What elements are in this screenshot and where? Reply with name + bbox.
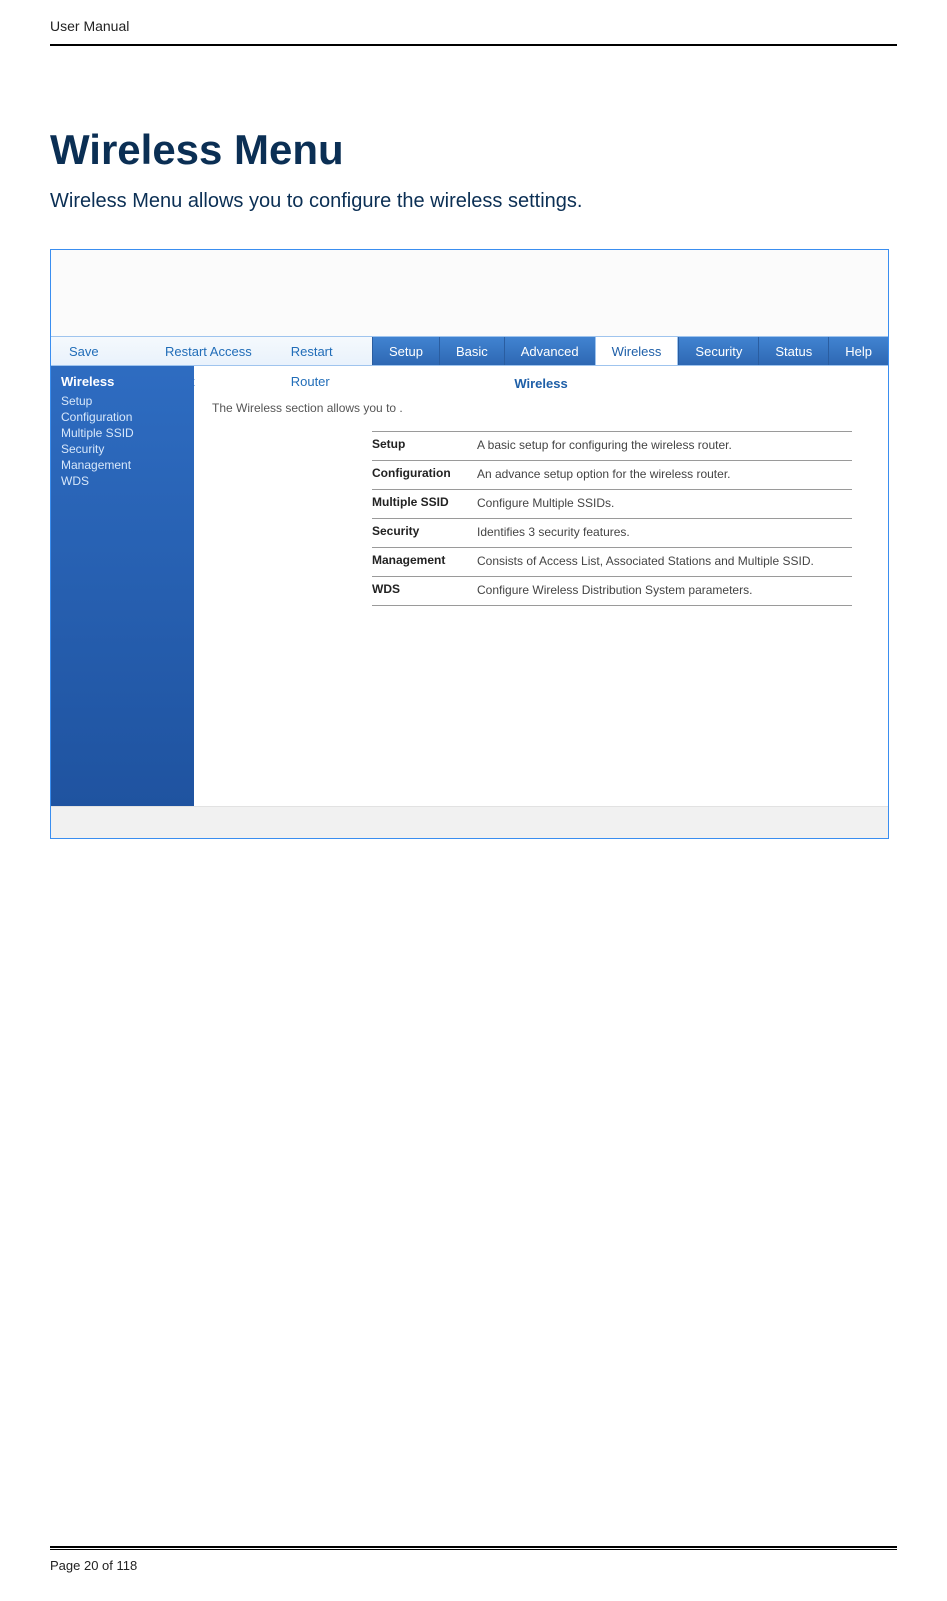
save-settings-link[interactable]: Save Settings xyxy=(51,337,147,365)
def-desc: An advance setup option for the wireless… xyxy=(477,466,852,482)
page-title: Wireless Menu xyxy=(50,126,897,174)
sidebar-item-management[interactable]: Management xyxy=(61,457,188,473)
definition-table: Setup A basic setup for configuring the … xyxy=(372,431,852,606)
footer-rule-thin xyxy=(50,1549,897,1550)
def-term: WDS xyxy=(372,582,477,598)
sidebar-item-wds[interactable]: WDS xyxy=(61,473,188,489)
tab-help[interactable]: Help xyxy=(828,337,888,365)
tab-wireless[interactable]: Wireless xyxy=(595,337,679,365)
content-title: Wireless xyxy=(212,376,870,391)
def-desc: Consists of Access List, Associated Stat… xyxy=(477,553,852,569)
sidebar: Wireless Setup Configuration Multiple SS… xyxy=(51,366,194,806)
def-term: Configuration xyxy=(372,466,477,482)
app-body: Wireless Setup Configuration Multiple SS… xyxy=(51,366,888,806)
def-term: Multiple SSID xyxy=(372,495,477,511)
topbar: Save Settings Restart Access Point Resta… xyxy=(51,336,888,366)
table-row: Configuration An advance setup option fo… xyxy=(372,460,852,489)
tab-security[interactable]: Security xyxy=(678,337,758,365)
footer-rule-thick xyxy=(50,1546,897,1548)
restart-router-link[interactable]: Restart Router xyxy=(273,337,372,365)
restart-ap-link[interactable]: Restart Access Point xyxy=(147,337,273,365)
doc-header: User Manual xyxy=(50,18,897,44)
tab-basic[interactable]: Basic xyxy=(439,337,504,365)
def-term: Management xyxy=(372,553,477,569)
def-desc: A basic setup for configuring the wirele… xyxy=(477,437,852,453)
table-row: Security Identifies 3 security features. xyxy=(372,518,852,547)
def-desc: Configure Wireless Distribution System p… xyxy=(477,582,852,598)
page-subtitle: Wireless Menu allows you to configure th… xyxy=(50,190,897,213)
def-term: Security xyxy=(372,524,477,540)
def-desc: Identifies 3 security features. xyxy=(477,524,852,540)
table-row: WDS Configure Wireless Distribution Syst… xyxy=(372,576,852,606)
page-footer: Page 20 of 118 xyxy=(50,1546,897,1573)
table-row: Setup A basic setup for configuring the … xyxy=(372,431,852,460)
sidebar-item-setup[interactable]: Setup xyxy=(61,393,188,409)
table-row: Multiple SSID Configure Multiple SSIDs. xyxy=(372,489,852,518)
sidebar-item-security[interactable]: Security xyxy=(61,441,188,457)
content-area: Wireless The Wireless section allows you… xyxy=(194,366,888,806)
sidebar-item-configuration[interactable]: Configuration xyxy=(61,409,188,425)
app-banner xyxy=(51,250,888,336)
page-number: Page 20 of 118 xyxy=(50,1558,897,1573)
header-rule xyxy=(50,44,897,46)
tab-setup[interactable]: Setup xyxy=(372,337,439,365)
document-page: User Manual Wireless Menu Wireless Menu … xyxy=(0,0,947,1601)
app-window: Save Settings Restart Access Point Resta… xyxy=(50,249,889,839)
def-term: Setup xyxy=(372,437,477,453)
sidebar-title: Wireless xyxy=(61,374,188,389)
content-intro: The Wireless section allows you to . xyxy=(212,401,870,415)
def-desc: Configure Multiple SSIDs. xyxy=(477,495,852,511)
app-footer xyxy=(51,806,888,838)
sidebar-item-multiple-ssid[interactable]: Multiple SSID xyxy=(61,425,188,441)
tab-advanced[interactable]: Advanced xyxy=(504,337,595,365)
table-row: Management Consists of Access List, Asso… xyxy=(372,547,852,576)
main-tabs: Setup Basic Advanced Wireless Security S… xyxy=(372,337,888,365)
tab-status[interactable]: Status xyxy=(758,337,828,365)
